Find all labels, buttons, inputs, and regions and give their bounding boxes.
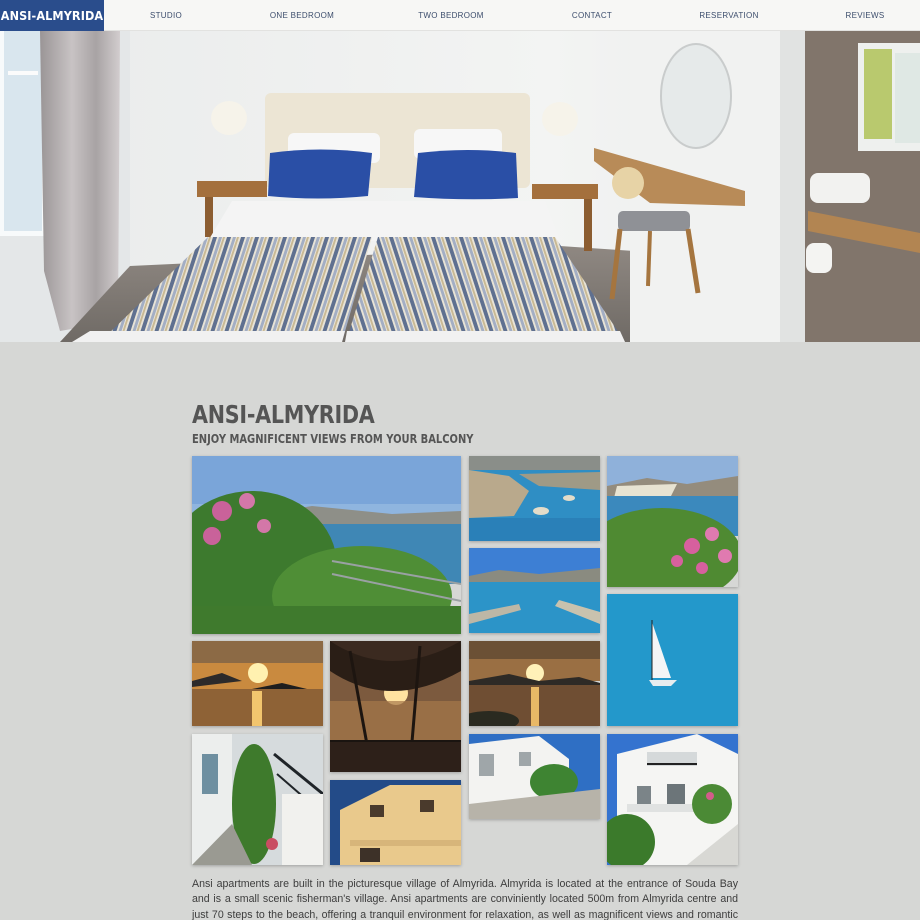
nav-item-one-bedroom[interactable]: ONE BEDROOM bbox=[270, 0, 334, 31]
nav-item-contact[interactable]: CONTACT bbox=[572, 0, 612, 31]
page-title: ANSI-ALMYRIDA bbox=[192, 400, 375, 429]
intro-paragraph: Ansi apartments are built in the picture… bbox=[192, 878, 738, 920]
white-house-photo[interactable] bbox=[469, 734, 600, 819]
sailboat-photo[interactable] bbox=[607, 594, 738, 726]
hero-bedroom-photo bbox=[0, 31, 920, 342]
nav-item-studio[interactable]: STUDIO bbox=[150, 0, 182, 31]
garden-stairs-photo[interactable] bbox=[192, 734, 323, 865]
page-subtitle: ENJOY MAGNIFICENT VIEWS FROM YOUR BALCON… bbox=[192, 432, 474, 446]
nav-item-reservation[interactable]: RESERVATION bbox=[699, 0, 758, 31]
nav-item-reviews[interactable]: REVIEWS bbox=[846, 0, 885, 31]
sunset-tree-photo[interactable] bbox=[330, 641, 461, 772]
nav-item-two-bedroom[interactable]: TWO BEDROOM bbox=[418, 0, 484, 31]
site-logo[interactable]: ANSI-ALMYRIDA bbox=[0, 0, 104, 31]
sunset-sea-photo[interactable] bbox=[469, 641, 600, 726]
harbour-photo[interactable] bbox=[469, 548, 600, 633]
white-house-balcony-photo[interactable] bbox=[607, 734, 738, 865]
sunset-island-photo[interactable] bbox=[192, 641, 323, 726]
balcony-sea-view-photo[interactable] bbox=[192, 456, 461, 634]
flowers-coast-photo[interactable] bbox=[607, 456, 738, 587]
yellow-building-photo[interactable] bbox=[330, 780, 461, 865]
bay-rocks-photo[interactable] bbox=[469, 456, 600, 541]
top-navigation-bar: ANSI-ALMYRIDA STUDIO ONE BEDROOM TWO BED… bbox=[0, 0, 920, 31]
